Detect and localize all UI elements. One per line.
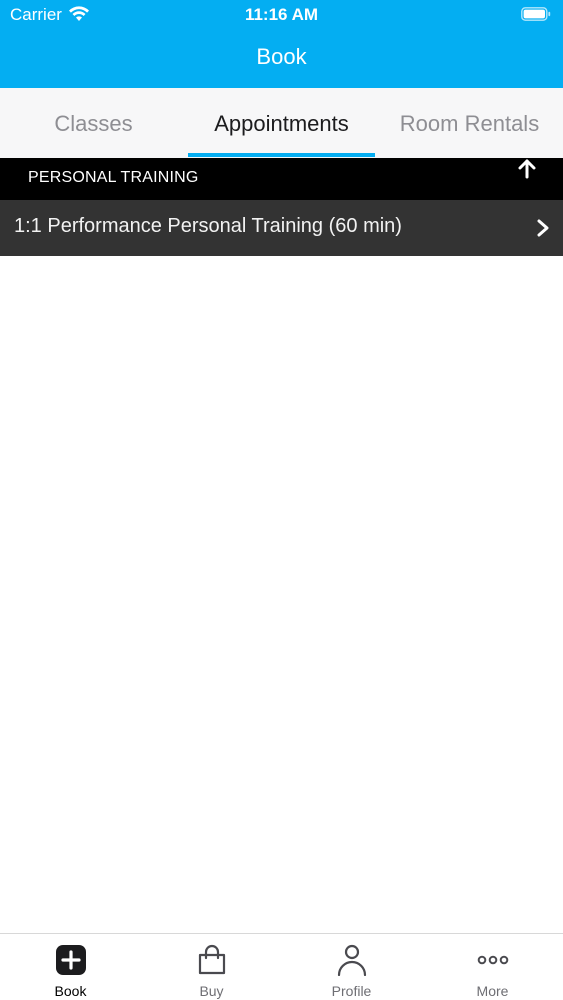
- section-title: PERSONAL TRAINING: [28, 169, 199, 186]
- tab-bar-profile[interactable]: Profile: [281, 934, 422, 1000]
- segment-tabs: Classes Appointments Room Rentals: [0, 88, 563, 158]
- tab-bar-label: More: [476, 983, 509, 999]
- active-tab-indicator: [188, 153, 375, 157]
- chevron-right-icon: [537, 219, 549, 237]
- section-header: PERSONAL TRAINING: [0, 158, 563, 200]
- shopping-bag-icon: [198, 944, 226, 975]
- tab-classes[interactable]: Classes: [0, 88, 187, 158]
- list-item[interactable]: 1:1 Performance Personal Training (60 mi…: [0, 200, 563, 256]
- person-icon: [337, 944, 367, 976]
- arrow-up-icon[interactable]: [516, 158, 538, 180]
- tab-bar-book[interactable]: Book: [0, 934, 141, 1000]
- plus-square-icon: [56, 945, 86, 975]
- tab-room-rentals[interactable]: Room Rentals: [376, 88, 563, 158]
- tab-bar-label: Book: [54, 983, 87, 999]
- status-time: 11:16 AM: [244, 5, 319, 24]
- battery-icon: [521, 7, 551, 21]
- ellipsis-icon: [477, 955, 509, 965]
- page-title: Book: [256, 44, 307, 69]
- tab-bar-more[interactable]: More: [422, 934, 563, 1000]
- list-item-label: 1:1 Performance Personal Training (60 mi…: [14, 215, 402, 237]
- tab-bar-buy[interactable]: Buy: [141, 934, 282, 1000]
- tab-bar-label: Profile: [331, 983, 372, 999]
- status-bar: Carrier 11:16 AM: [0, 0, 563, 30]
- bottom-tab-bar: Book Buy Profile More: [0, 933, 563, 1000]
- tab-bar-label: Buy: [199, 983, 224, 999]
- tab-appointments[interactable]: Appointments: [188, 88, 375, 158]
- navigation-header: Carrier 11:16 AM Book: [0, 0, 563, 88]
